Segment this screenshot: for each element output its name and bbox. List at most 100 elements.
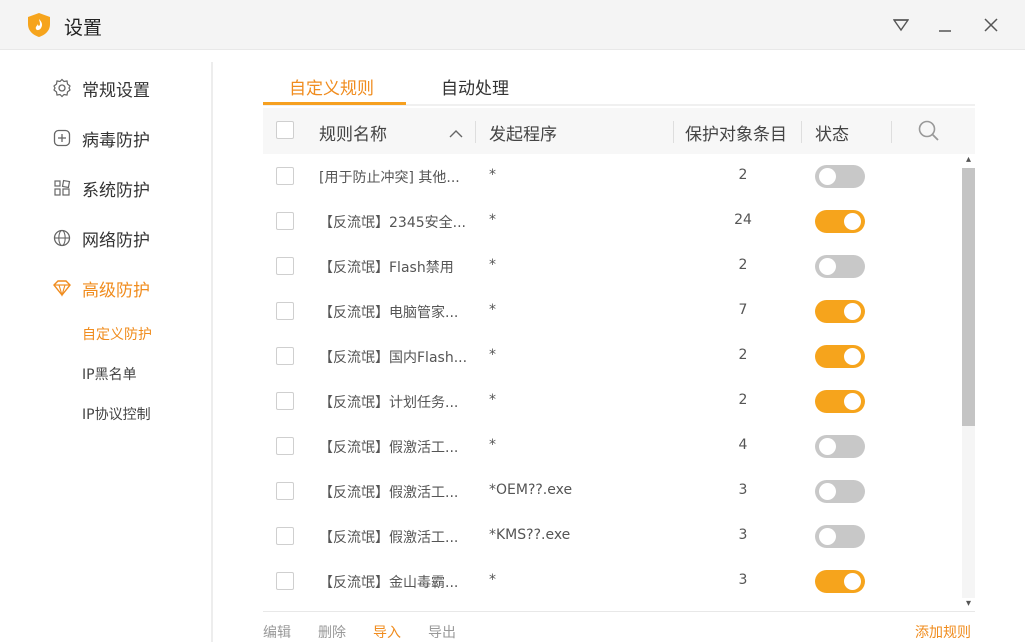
table-row[interactable]: 【反流氓】计划任务... * 2 <box>263 379 963 424</box>
footer-divider <box>263 611 975 612</box>
sidebar-item-label: 系统防护 <box>82 180 150 201</box>
close-button[interactable] <box>978 12 1004 38</box>
triangle-down-icon <box>893 19 909 32</box>
table-row[interactable]: 【反流氓】金山毒霸... * 3 <box>263 559 963 604</box>
table-row[interactable]: 【反流氓】国内Flash... * 2 <box>263 334 963 379</box>
sidebar-subitem-ip-blacklist[interactable]: IP黑名单 <box>82 364 137 384</box>
table-row[interactable]: 【反流氓】电脑管家... * 7 <box>263 289 963 334</box>
program-cell: *KMS??.exe <box>489 527 571 543</box>
window-title: 设置 <box>64 17 103 39</box>
table-row[interactable]: 【反流氓】假激活工... *KMS??.exe 3 <box>263 514 963 559</box>
tab-auto-handle[interactable]: 自动处理 <box>441 74 509 99</box>
dropdown-menu-button[interactable] <box>888 12 914 38</box>
status-toggle[interactable] <box>815 255 865 278</box>
sidebar-item-advanced-protection[interactable]: 高级防护 <box>52 274 150 302</box>
delete-button[interactable]: 删除 <box>318 622 346 642</box>
table-row[interactable]: 【反流氓】Flash禁用 * 2 <box>263 244 963 289</box>
protected-count-cell: 4 <box>738 437 748 453</box>
status-toggle[interactable] <box>815 570 865 593</box>
sidebar-item-label: 网络防护 <box>82 230 150 251</box>
status-toggle[interactable] <box>815 210 865 233</box>
protected-count-cell: 3 <box>738 482 748 498</box>
row-checkbox[interactable] <box>276 392 294 410</box>
row-checkbox[interactable] <box>276 482 294 500</box>
scrollbar-thumb[interactable] <box>962 168 975 426</box>
row-checkbox[interactable] <box>276 302 294 320</box>
sidebar-item-virus-protection[interactable]: 病毒防护 <box>52 124 150 152</box>
app-shield-logo-icon <box>26 12 52 38</box>
table-header: 规则名称 发起程序 保护对象条目 状态 <box>263 108 975 154</box>
row-checkbox[interactable] <box>276 527 294 545</box>
status-toggle[interactable] <box>815 390 865 413</box>
column-separator <box>673 121 674 143</box>
protected-count-cell: 3 <box>738 572 748 588</box>
plus-square-icon <box>52 128 72 148</box>
diamond-icon <box>52 278 72 298</box>
close-icon <box>984 18 998 32</box>
add-rule-button[interactable]: 添加规则 <box>915 622 971 642</box>
status-toggle[interactable] <box>815 165 865 188</box>
sort-ascending-icon[interactable] <box>449 124 463 143</box>
rule-name-cell: 【反流氓】国内Flash... <box>319 350 468 366</box>
rule-name-cell: [用于防止冲突] 其他... <box>319 170 460 186</box>
table-row[interactable]: 【反流氓】假激活工... * 4 <box>263 424 963 469</box>
status-toggle[interactable] <box>815 300 865 323</box>
rule-name-cell: 【反流氓】Flash禁用 <box>319 260 454 276</box>
toggle-knob <box>844 303 861 320</box>
table-row[interactable]: [用于防止冲突] 其他... * 2 <box>263 154 963 199</box>
import-button[interactable]: 导入 <box>373 622 401 642</box>
tab-bar: 自定义规则 自动处理 <box>263 68 975 106</box>
column-header-status: 状态 <box>815 125 849 145</box>
select-all-checkbox[interactable] <box>276 121 294 139</box>
protected-count-cell: 7 <box>738 302 748 318</box>
status-toggle[interactable] <box>815 480 865 503</box>
row-checkbox[interactable] <box>276 167 294 185</box>
program-cell: *OEM??.exe <box>489 482 573 498</box>
rule-name-cell: 【反流氓】金山毒霸... <box>319 575 459 591</box>
table-row[interactable]: 【反流氓】2345安全... * 24 <box>263 199 963 244</box>
column-separator <box>475 121 476 143</box>
toggle-knob <box>844 393 861 410</box>
program-cell: * <box>489 392 496 408</box>
sidebar-item-general[interactable]: 常规设置 <box>52 74 150 102</box>
search-icon[interactable] <box>917 119 941 147</box>
rule-name-cell: 【反流氓】假激活工... <box>319 485 459 501</box>
program-cell: * <box>489 257 496 273</box>
protected-count-cell: 2 <box>738 257 748 273</box>
scroll-down-arrow[interactable]: ▾ <box>962 598 975 610</box>
row-checkbox[interactable] <box>276 257 294 275</box>
export-button[interactable]: 导出 <box>428 622 456 642</box>
scroll-up-arrow[interactable]: ▴ <box>962 154 975 166</box>
protected-count-cell: 2 <box>738 347 748 363</box>
status-toggle[interactable] <box>815 435 865 458</box>
rule-name-cell: 【反流氓】计划任务... <box>319 395 459 411</box>
row-checkbox[interactable] <box>276 212 294 230</box>
protected-count-cell: 3 <box>738 527 748 543</box>
protected-count-cell: 2 <box>738 167 748 183</box>
sidebar-subitem-custom-protection[interactable]: 自定义防护 <box>82 324 152 344</box>
column-header-rule-name[interactable]: 规则名称 <box>319 120 387 145</box>
sidebar-subitem-ip-protocol-control[interactable]: IP协议控制 <box>82 404 151 424</box>
row-checkbox[interactable] <box>276 572 294 590</box>
protected-count-cell: 24 <box>734 212 752 228</box>
blocks-icon <box>52 178 72 198</box>
minimize-button[interactable] <box>932 12 958 38</box>
toggle-knob <box>819 483 836 500</box>
toggle-knob <box>844 213 861 230</box>
active-tab-indicator <box>263 102 406 105</box>
sidebar-item-network-protection[interactable]: 网络防护 <box>52 224 150 252</box>
status-toggle[interactable] <box>815 345 865 368</box>
edit-button[interactable]: 编辑 <box>263 622 291 642</box>
tab-custom-rules[interactable]: 自定义规则 <box>289 74 374 99</box>
globe-icon <box>52 228 72 248</box>
rules-table-body: [用于防止冲突] 其他... * 2 【反流氓】2345安全... * 24 【反流氓】Fl… <box>263 154 963 604</box>
rule-name-cell: 【反流氓】2345安全... <box>319 215 466 231</box>
column-separator <box>801 121 802 143</box>
row-checkbox[interactable] <box>276 347 294 365</box>
sidebar-item-system-protection[interactable]: 系统防护 <box>52 174 150 202</box>
row-checkbox[interactable] <box>276 437 294 455</box>
status-toggle[interactable] <box>815 525 865 548</box>
sidebar-item-label: 高级防护 <box>82 280 150 301</box>
table-row[interactable]: 【反流氓】假激活工... *OEM??.exe 3 <box>263 469 963 514</box>
minimize-icon <box>939 30 951 32</box>
